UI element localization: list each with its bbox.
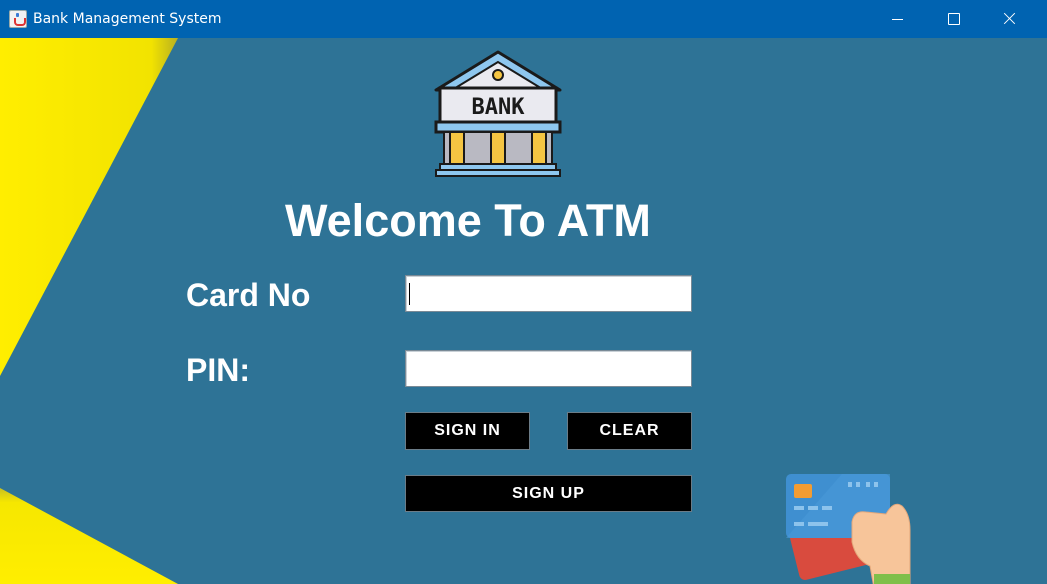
maximize-button[interactable] (930, 0, 976, 38)
pin-label: PIN: (186, 352, 250, 388)
minimize-button[interactable] (874, 0, 920, 38)
pin-input[interactable] (405, 350, 692, 387)
sign-in-button[interactable]: SIGN IN (405, 412, 530, 450)
login-panel: BANK Welcome To ATM Card No PIN: SIGN IN… (0, 38, 1047, 584)
window-title: Bank Management System (33, 11, 222, 27)
bank-logo-text: BANK (472, 95, 526, 120)
card-number-input[interactable] (405, 275, 692, 312)
clear-button[interactable]: CLEAR (567, 412, 692, 450)
credit-card-in-hand-icon (786, 474, 911, 584)
java-app-icon (9, 10, 27, 28)
text-caret (409, 283, 410, 305)
title-bar: Bank Management System (0, 0, 1047, 38)
bank-building-icon: BANK (434, 50, 562, 177)
card-number-label: Card No (186, 277, 311, 313)
welcome-heading: Welcome To ATM (285, 195, 651, 246)
close-button[interactable] (986, 0, 1032, 38)
sign-up-button[interactable]: SIGN UP (405, 475, 692, 512)
